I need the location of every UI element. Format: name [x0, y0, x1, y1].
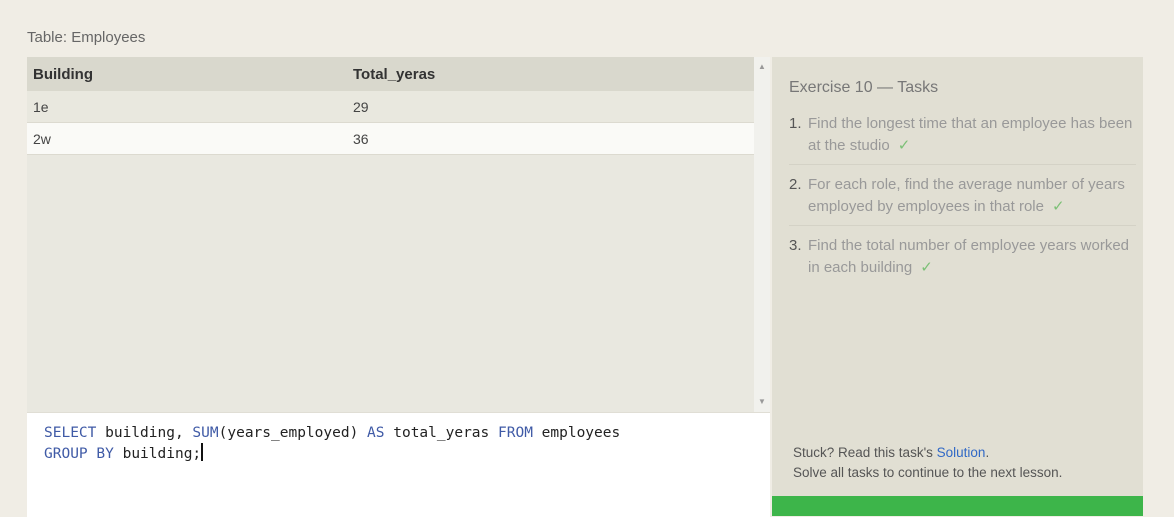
- results-table: Building Total_yeras 1e 29 2w 36: [27, 57, 754, 155]
- task-text: For each role, find the average number o…: [808, 176, 1125, 215]
- table-cell: 2w: [27, 122, 347, 155]
- table-cell: 36: [347, 122, 754, 155]
- sql-keyword: AS: [367, 425, 385, 441]
- table-cell: 1e: [27, 91, 347, 123]
- task-item: 3. Find the total number of employee yea…: [789, 235, 1136, 286]
- scroll-down-arrow-icon[interactable]: ▼: [754, 394, 770, 410]
- checkmark-icon: ✓: [1051, 198, 1065, 215]
- checkmark-icon: ✓: [920, 259, 933, 276]
- sql-editor[interactable]: SELECT building, SUM(years_employed) AS …: [27, 412, 770, 517]
- text-cursor: [201, 443, 204, 461]
- sql-keyword: SUM: [192, 425, 219, 441]
- exercise-frame: Building Total_yeras 1e 29 2w 36 ▲ ▼ SEL…: [27, 57, 1143, 517]
- sql-code[interactable]: SELECT building, SUM(years_employed) AS …: [44, 423, 620, 464]
- stuck-suffix: .: [985, 445, 990, 460]
- table-caption: Table: Employees: [27, 29, 146, 46]
- sql-keyword: FROM: [498, 425, 533, 441]
- results-scrollbar[interactable]: ▲ ▼: [754, 57, 770, 412]
- task-number: 3.: [789, 237, 802, 254]
- help-text: Stuck? Read this task's Solution. Solve …: [793, 443, 1062, 483]
- exercise-title: Exercise 10 — Tasks: [789, 79, 939, 96]
- column-header-building: Building: [27, 57, 347, 91]
- sql-keyword: BY: [96, 446, 114, 462]
- task-number: 2.: [789, 176, 802, 193]
- task-list: 1. Find the longest time that an employe…: [789, 113, 1136, 295]
- task-text: Find the total number of employee years …: [808, 237, 1129, 276]
- sql-text: total_yeras: [384, 425, 498, 441]
- task-number: 1.: [789, 115, 802, 132]
- sql-keyword: GROUP: [44, 446, 88, 462]
- sql-keyword: SELECT: [44, 425, 97, 441]
- table-cell: 29: [347, 91, 754, 123]
- stuck-prefix: Stuck? Read this task's: [793, 445, 937, 460]
- table-header-row: Building Total_yeras: [27, 57, 754, 91]
- continue-text: Solve all tasks to continue to the next …: [793, 465, 1063, 480]
- results-table-container: Building Total_yeras 1e 29 2w 36: [27, 57, 754, 412]
- sql-text: employees: [532, 425, 621, 441]
- scroll-up-arrow-icon[interactable]: ▲: [754, 59, 770, 75]
- sql-text: building;: [113, 446, 202, 462]
- checkmark-icon: ✓: [897, 137, 911, 154]
- task-item: 1. Find the longest time that an employe…: [789, 113, 1136, 165]
- continue-button[interactable]: [772, 496, 1143, 516]
- sql-text: (years_employed): [218, 425, 368, 441]
- column-header-total-yeras: Total_yeras: [347, 57, 754, 91]
- table-row: 2w 36: [27, 122, 754, 155]
- tasks-panel: Exercise 10 — Tasks 1. Find the longest …: [772, 57, 1143, 516]
- task-text: Find the longest time that an employee h…: [808, 115, 1133, 154]
- solution-link[interactable]: Solution: [937, 445, 986, 460]
- task-item: 2. For each role, find the average numbe…: [789, 174, 1136, 226]
- sql-text: building,: [96, 425, 193, 441]
- table-row: 1e 29: [27, 91, 754, 123]
